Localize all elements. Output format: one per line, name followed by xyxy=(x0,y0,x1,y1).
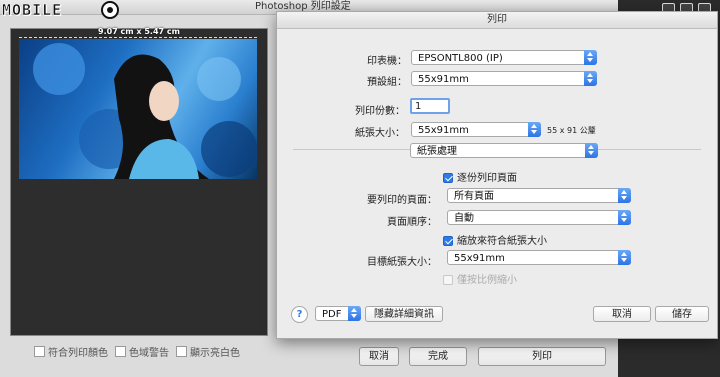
popup-arrows-icon xyxy=(348,306,361,321)
scale-down-only-checkbox[interactable]: 僅按比例縮小 xyxy=(443,271,517,286)
logo-mark-icon xyxy=(101,1,119,19)
popup-arrows-icon xyxy=(618,188,631,203)
page-order-label: 頁面順序： xyxy=(387,217,437,228)
popup-arrows-icon xyxy=(528,122,541,137)
pages-to-print-label: 要列印的頁面： xyxy=(367,195,437,206)
pages-to-print-select[interactable]: 所有頁面 xyxy=(447,188,631,203)
match-colors-checkbox[interactable]: 符合列印顏色 xyxy=(34,344,108,359)
ps-cancel-button[interactable]: 取消 xyxy=(359,347,399,366)
help-icon[interactable]: ? xyxy=(291,306,308,323)
dialog-title: 列印 xyxy=(277,12,717,29)
collate-checkbox[interactable]: 逐份列印頁面 xyxy=(443,169,517,184)
popup-arrows-icon xyxy=(584,50,597,65)
show-paper-white-checkbox[interactable]: 顯示亮白色 xyxy=(176,344,240,359)
gamut-warning-checkbox[interactable]: 色域警告 xyxy=(115,344,169,359)
dialog-save-button[interactable]: 儲存 xyxy=(655,306,709,322)
presets-select[interactable]: 55x91mm xyxy=(411,71,597,86)
preview-dashed-border xyxy=(19,37,257,38)
paper-size-select[interactable]: 55x91mm xyxy=(411,122,541,137)
popup-arrows-icon xyxy=(618,210,631,225)
scale-to-fit-checkbox[interactable]: 縮放來符合紙張大小 xyxy=(443,232,547,247)
hide-details-button[interactable]: 隱藏詳細資訊 xyxy=(365,306,443,322)
dialog-cancel-button[interactable]: 取消 xyxy=(593,306,651,322)
panel-select[interactable]: 紙張處理 xyxy=(410,143,598,158)
presets-label: 預設組： xyxy=(367,77,407,88)
preview-photo xyxy=(19,39,257,179)
printer-select[interactable]: EPSONTL800 (IP) xyxy=(411,50,597,65)
ps-done-button[interactable]: 完成 xyxy=(409,347,467,366)
paper-size-label: 紙張大小： xyxy=(355,128,405,139)
destination-paper-label: 目標紙張大小： xyxy=(367,257,437,268)
popup-arrows-icon xyxy=(618,250,631,265)
paper-size-dimensions: 55 x 91 公釐 xyxy=(547,126,596,135)
destination-paper-select[interactable]: 55x91mm xyxy=(447,250,631,265)
photo-illustration xyxy=(33,43,257,179)
preview-dimensions: 9.07 cm x 5.47 cm xyxy=(98,27,180,36)
print-dialog: 列印 印表機： EPSONTL800 (IP) 預設組： 55x91mm 列印份… xyxy=(276,11,718,339)
page-order-select[interactable]: 自動 xyxy=(447,210,631,225)
site-logo: MOBILE xyxy=(2,1,63,20)
printer-label: 印表機： xyxy=(367,56,407,67)
popup-arrows-icon xyxy=(585,143,598,158)
ps-print-button[interactable]: 列印 xyxy=(478,347,606,366)
print-preview: 9.07 cm x 5.47 cm xyxy=(10,27,268,336)
pdf-menu-button[interactable]: PDF xyxy=(315,306,361,321)
popup-arrows-icon xyxy=(584,71,597,86)
copies-input[interactable]: 1 xyxy=(410,98,450,114)
copies-label: 列印份數： xyxy=(355,106,405,117)
